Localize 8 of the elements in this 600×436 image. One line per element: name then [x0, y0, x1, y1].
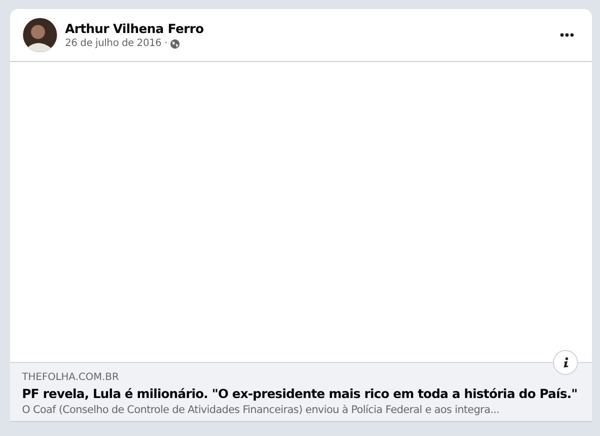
link-title[interactable]: PF revela, Lula é milionário. "O ex-presidente mais rico em toda a história do País." — [22, 386, 580, 401]
avatar[interactable] — [23, 18, 57, 52]
post-date[interactable]: 26 de julho de 2016 — [65, 38, 162, 49]
link-domain: THEFOLHA.COM.BR — [22, 372, 120, 383]
separator: · — [164, 38, 168, 49]
globe-icon — [170, 38, 180, 48]
author-name[interactable]: Arthur Vilhena Ferro — [65, 21, 548, 36]
link-description: O Coaf (Conselho de Controle de Atividades Financeiras) enviou à Polícia Federal e aos integra... — [22, 404, 500, 416]
